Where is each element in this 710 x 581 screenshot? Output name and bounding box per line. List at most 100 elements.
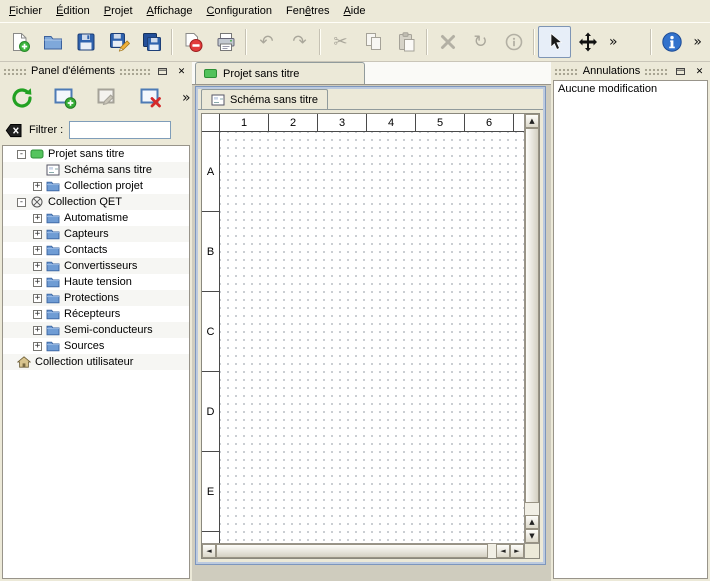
expander-icon[interactable]: +: [33, 262, 42, 271]
scroll-up-button[interactable]: ▲: [525, 114, 539, 128]
scroll-right-button[interactable]: ►: [510, 544, 524, 558]
redo-button[interactable]: ↷: [283, 26, 316, 58]
expander-icon[interactable]: +: [33, 310, 42, 319]
dock-grip-handle[interactable]: [3, 67, 27, 75]
dock-grip-handle[interactable]: [554, 67, 579, 75]
tab-schema-sans-titre[interactable]: Schéma sans titre: [201, 89, 328, 109]
vertical-scroll-track[interactable]: [525, 128, 539, 515]
tree-item-sources[interactable]: +Sources: [3, 338, 189, 354]
row-header: C: [202, 292, 219, 372]
folder-icon: [46, 212, 60, 224]
tree-item-collection-qet[interactable]: -Collection QET: [3, 194, 189, 210]
up-arrow-icon: ▲: [529, 118, 534, 125]
copy-icon: [363, 31, 385, 53]
row-header: B: [202, 212, 219, 292]
filter-input[interactable]: [69, 121, 171, 139]
clear-filter-button[interactable]: [5, 123, 23, 138]
rotate-button[interactable]: ↻: [464, 26, 497, 58]
select-tool-button[interactable]: [538, 26, 571, 58]
menu-aide[interactable]: Aide: [336, 0, 372, 22]
project-tab-label: Projet sans titre: [223, 68, 299, 80]
project-tabbar: Projet sans titre: [192, 62, 551, 85]
expander-icon[interactable]: +: [33, 342, 42, 351]
tree-item-recepteurs[interactable]: +Récepteurs: [3, 306, 189, 322]
close-file-button[interactable]: [176, 26, 209, 58]
delete-button[interactable]: [431, 26, 464, 58]
expander-icon[interactable]: +: [33, 278, 42, 287]
drawing-canvas[interactable]: [220, 132, 524, 543]
float-panel-button[interactable]: [673, 65, 688, 78]
save-button[interactable]: [69, 26, 102, 58]
menu-configuration[interactable]: Configuration: [199, 0, 279, 22]
tab-projet-sans-titre[interactable]: Projet sans titre: [195, 62, 365, 84]
expander-icon[interactable]: -: [17, 198, 26, 207]
menu-fenetres[interactable]: Fenêtres: [279, 0, 336, 22]
column-header: 1: [220, 114, 269, 131]
tree-item-contacts[interactable]: +Contacts: [3, 242, 189, 258]
tree-item-collection-utilisateur[interactable]: Collection utilisateur: [3, 354, 189, 370]
cut-button[interactable]: ✂: [324, 26, 357, 58]
menu-affichage[interactable]: Affichage: [140, 0, 200, 22]
horizontal-scroll-track[interactable]: [216, 544, 496, 558]
copy-button[interactable]: [357, 26, 390, 58]
move-tool-button[interactable]: [571, 26, 604, 58]
expander-icon[interactable]: -: [17, 150, 26, 159]
tree-item-protections[interactable]: +Protections: [3, 290, 189, 306]
column-header: 3: [318, 114, 367, 131]
info-blue-icon: [661, 31, 683, 53]
undo-button[interactable]: ↶: [250, 26, 283, 58]
edit-element-button[interactable]: [91, 83, 125, 113]
tree-item-haute-tension[interactable]: +Haute tension: [3, 274, 189, 290]
toolbar-overflow-chevron[interactable]: »: [604, 35, 623, 49]
float-icon: [157, 66, 168, 76]
scroll-up-button-2[interactable]: ▲: [525, 515, 539, 529]
close-panel-button[interactable]: ✕: [174, 65, 189, 78]
folder-icon: [46, 340, 60, 352]
save-all-button[interactable]: [135, 26, 168, 58]
expander-icon[interactable]: +: [33, 326, 42, 335]
horizontal-scrollbar[interactable]: ◄ ◄ ►: [202, 543, 524, 558]
scrollbar-corner: [524, 543, 539, 558]
horizontal-scroll-thumb[interactable]: [216, 544, 488, 558]
dock-grip-handle[interactable]: [644, 67, 669, 75]
tree-item-capteurs[interactable]: +Capteurs: [3, 226, 189, 242]
tree-item-automatisme[interactable]: +Automatisme: [3, 210, 189, 226]
dock-grip-handle[interactable]: [119, 67, 151, 75]
scroll-left-button-2[interactable]: ◄: [496, 544, 510, 558]
open-file-button[interactable]: [36, 26, 69, 58]
menu-edition[interactable]: Édition: [49, 0, 97, 22]
float-panel-button[interactable]: [155, 65, 170, 78]
new-element-button[interactable]: [48, 83, 82, 113]
folder-icon: [46, 228, 60, 240]
info-gray-icon: [503, 31, 525, 53]
tree-item-convertisseurs[interactable]: +Convertisseurs: [3, 258, 189, 274]
expander-icon[interactable]: +: [33, 230, 42, 239]
vertical-scrollbar[interactable]: ▲ ▲ ▼: [524, 114, 539, 543]
print-button[interactable]: [209, 26, 242, 58]
element-info-button[interactable]: [497, 26, 530, 58]
tree-item-semi-conducteurs[interactable]: +Semi-conducteurs: [3, 322, 189, 338]
reload-collections-button[interactable]: [5, 83, 39, 113]
tree-item-collection-projet[interactable]: +Collection projet: [3, 178, 189, 194]
tree-item-schema[interactable]: Schéma sans titre: [3, 162, 189, 178]
menu-fichier[interactable]: Fichier: [2, 0, 49, 22]
save-all-icon: [141, 31, 163, 53]
scroll-left-button[interactable]: ◄: [202, 544, 216, 558]
close-panel-button[interactable]: ✕: [692, 65, 707, 78]
scroll-down-button[interactable]: ▼: [525, 529, 539, 543]
new-file-button[interactable]: [3, 26, 36, 58]
toolbar-overflow-chevron-right[interactable]: »: [688, 35, 707, 49]
about-button[interactable]: [655, 26, 688, 58]
expander-icon[interactable]: +: [33, 214, 42, 223]
vertical-scroll-thumb[interactable]: [525, 128, 539, 503]
expander-icon[interactable]: +: [33, 294, 42, 303]
tree-item-projet[interactable]: -Projet sans titre: [3, 146, 189, 162]
menu-projet[interactable]: Projet: [97, 0, 140, 22]
save-as-button[interactable]: [102, 26, 135, 58]
undo-list-item[interactable]: Aucune modification: [554, 81, 707, 97]
paste-button[interactable]: [390, 26, 423, 58]
expander-icon[interactable]: +: [33, 182, 42, 191]
delete-element-button[interactable]: [134, 83, 168, 113]
cursor-arrow-icon: [544, 31, 566, 53]
expander-icon[interactable]: +: [33, 246, 42, 255]
